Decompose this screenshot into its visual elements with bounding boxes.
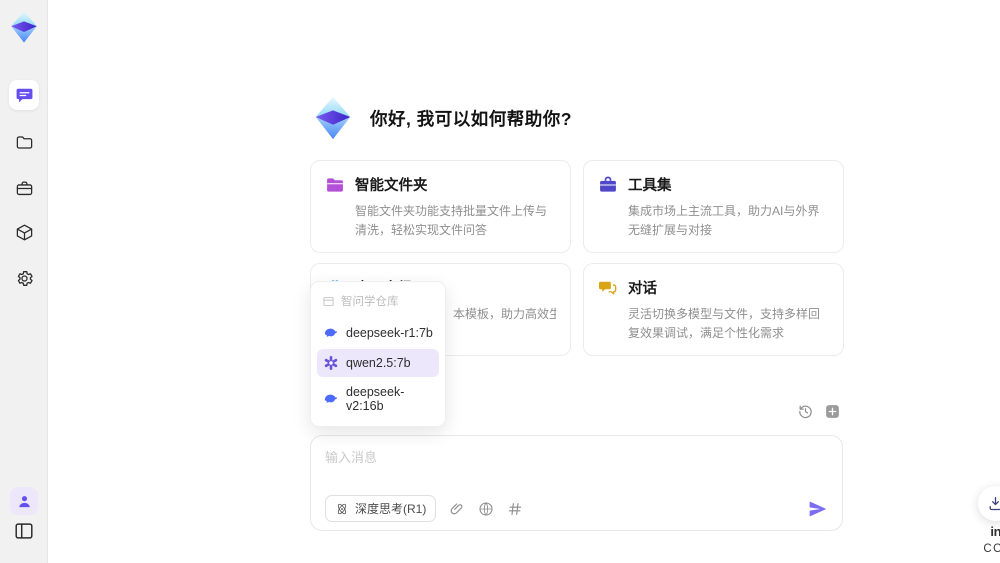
sidebar-item-apps[interactable] xyxy=(9,217,39,247)
model-option-deepseek-r1[interactable]: deepseek-r1:7b xyxy=(317,319,439,347)
chat-input-box: 深度思考(R1) xyxy=(310,435,843,531)
model-dropdown: 智问学仓库 deepseek-r1:7b qwen2.5:7b deepseek… xyxy=(310,281,446,427)
send-icon[interactable] xyxy=(808,499,828,519)
tier-text: Ultra xyxy=(973,558,1000,563)
model-repo-header: 智问学仓库 xyxy=(317,289,439,317)
card-description: 灵活切换多模型与文件，支持多样回复效果调试，满足个性化需求 xyxy=(628,307,821,340)
history-icon[interactable] xyxy=(797,403,814,420)
model-option-deepseek-v2[interactable]: deepseek-v2:16b xyxy=(317,379,439,419)
core-logo-text: core xyxy=(983,543,1000,555)
atom-icon xyxy=(337,503,347,514)
message-input[interactable] xyxy=(325,447,828,485)
card-title: 对话 xyxy=(628,281,657,298)
sidebar-item-tools[interactable] xyxy=(9,173,39,203)
sidebar-item-settings[interactable] xyxy=(9,263,39,293)
chat-bubbles-icon xyxy=(599,281,617,295)
main-content: 你好, 我可以如何帮助你? 智能文件夹 智能文件夹功能支持批量文件上传与清洗，轻… xyxy=(48,0,1000,563)
intel-core-badge: intel core Ultra xyxy=(973,524,1000,563)
app-logo-icon xyxy=(310,95,356,141)
hash-icon[interactable] xyxy=(507,501,523,517)
attachment-icon[interactable] xyxy=(449,501,465,517)
collapse-sidebar-button[interactable] xyxy=(13,520,35,542)
card-toolset[interactable]: 工具集 集成市场上主流工具，助力AI与外界无缝扩展与对接 xyxy=(583,160,844,254)
folder-icon xyxy=(16,135,32,149)
sidebar-item-chat[interactable] xyxy=(9,80,39,110)
deepseek-icon xyxy=(323,391,339,407)
new-chat-icon[interactable] xyxy=(824,403,841,420)
card-title: 智能文件夹 xyxy=(355,178,428,194)
chat-bubble-icon xyxy=(16,88,32,102)
briefcase-icon xyxy=(16,181,32,195)
intel-logo-text: intel xyxy=(990,524,1000,539)
input-toolbar: 深度思考(R1) xyxy=(325,495,828,522)
deepseek-icon xyxy=(323,325,339,341)
model-option-qwen25[interactable]: qwen2.5:7b xyxy=(317,349,439,377)
cube-icon xyxy=(16,224,32,240)
greeting-title: 你好, 我可以如何帮助你? xyxy=(370,108,572,129)
sidebar-item-folders[interactable] xyxy=(9,127,39,157)
card-smart-folder[interactable]: 智能文件夹 智能文件夹功能支持批量文件上传与清洗，轻松实现文件问答 xyxy=(310,160,571,254)
card-title: 工具集 xyxy=(628,178,672,194)
sidebar xyxy=(0,0,48,563)
deep-think-toggle[interactable]: 深度思考(R1) xyxy=(325,495,437,522)
card-description: 集成市场上主流工具，助力AI与外界无缝扩展与对接 xyxy=(628,204,820,237)
qwen-icon xyxy=(323,355,339,371)
download-icon xyxy=(989,496,1000,511)
app-logo-icon xyxy=(7,10,41,44)
gear-icon xyxy=(17,270,33,286)
briefcase-filled-icon xyxy=(600,176,616,192)
user-profile-button[interactable] xyxy=(10,487,38,515)
repo-icon xyxy=(323,296,334,306)
user-icon xyxy=(18,495,30,507)
download-button[interactable] xyxy=(978,486,1000,521)
globe-icon[interactable] xyxy=(478,501,494,517)
folder-filled-icon xyxy=(327,177,343,192)
card-description: 智能文件夹功能支持批量文件上传与清洗，轻松实现文件问答 xyxy=(355,204,548,237)
panel-toggle-icon xyxy=(15,523,33,539)
greeting: 你好, 我可以如何帮助你? xyxy=(310,95,572,141)
card-conversation[interactable]: 对话 灵活切换多模型与文件，支持多样回复效果调试，满足个性化需求 xyxy=(583,263,844,357)
